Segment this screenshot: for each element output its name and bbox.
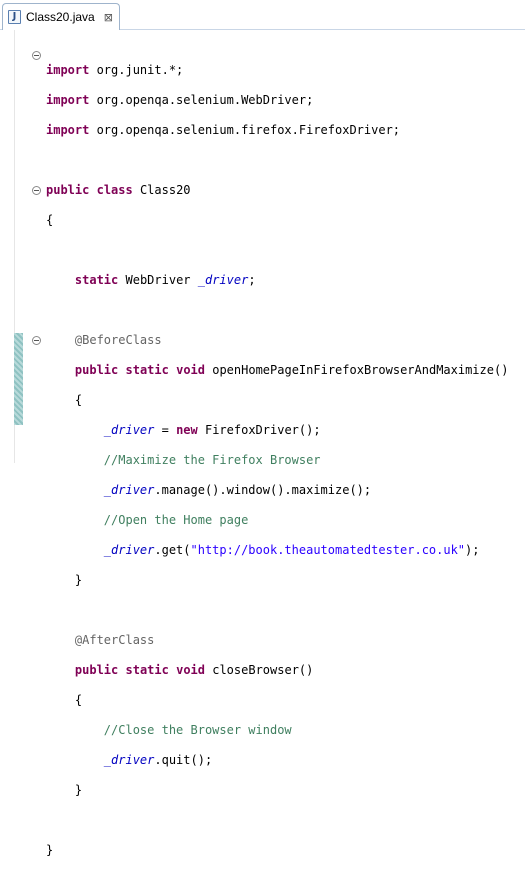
code-line: import org.openqa.selenium.WebDriver;	[46, 93, 314, 107]
code-line: //Open the Home page	[103, 513, 249, 527]
code-line: {	[74, 693, 83, 707]
java-file-icon: J	[8, 10, 21, 24]
code-line: _driver.get("http://book.theautomatedtes…	[103, 543, 480, 557]
close-tab-icon[interactable]: ⊠	[104, 11, 113, 24]
code-line: public static void closeBrowser()	[74, 663, 314, 677]
code-line: //Maximize the Firefox Browser	[103, 453, 321, 467]
code-editor[interactable]: import org.junit.*; import org.openqa.se…	[46, 48, 508, 873]
code-line: @BeforeClass	[74, 333, 162, 347]
code-line: static WebDriver _driver;	[74, 273, 256, 287]
code-line: _driver.manage().window().maximize();	[103, 483, 372, 497]
fold-imports-icon[interactable]	[32, 51, 41, 60]
code-line: }	[74, 783, 83, 797]
code-line: public static void openHomePageInFirefox…	[74, 363, 509, 377]
code-line: _driver.quit();	[103, 753, 213, 767]
code-line: {	[74, 393, 83, 407]
fold-method-open-home-icon[interactable]	[32, 186, 41, 195]
editor-tab-bar: J Class20.java ⊠	[0, 0, 525, 30]
code-line: public class Class20	[46, 183, 191, 197]
code-line: import org.junit.*;	[46, 63, 184, 77]
fold-method-close-browser-icon[interactable]	[32, 336, 41, 345]
tab-title: Class20.java	[26, 10, 95, 24]
editor-gutter	[0, 30, 14, 463]
change-marker-bar	[14, 333, 23, 425]
code-line: {	[46, 213, 54, 227]
code-line: import org.openqa.selenium.firefox.Firef…	[46, 123, 401, 137]
code-line: @AfterClass	[74, 633, 155, 647]
code-line: //Close the Browser window	[103, 723, 292, 737]
code-line: }	[46, 843, 54, 857]
editor-tab-class20[interactable]: J Class20.java ⊠	[2, 3, 120, 30]
code-line: }	[74, 573, 83, 587]
code-line: _driver = new FirefoxDriver();	[103, 423, 321, 437]
